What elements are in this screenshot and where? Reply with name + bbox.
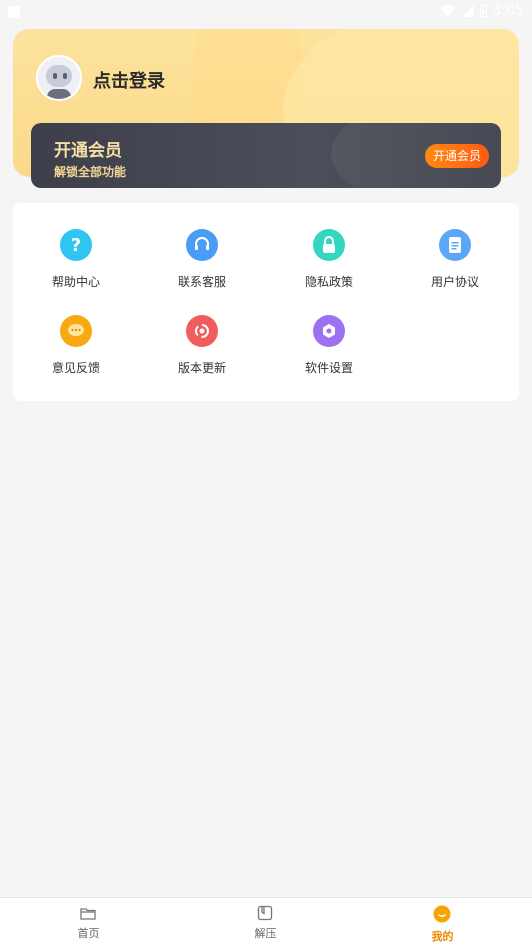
nav-home[interactable]: 首页 [0,898,177,946]
profile-smile-icon [433,905,451,923]
screen: 3:05 点击登录 开通会员 解锁全部功能 开通会员 ? 帮助中心 联系客服 隐… [0,0,532,946]
folder-icon [80,908,96,920]
nav-mine[interactable]: 我的 [354,898,531,946]
help-icon: ? [60,229,92,261]
archive-icon [257,905,273,921]
feedback-icon [60,315,92,347]
wifi-icon [440,5,456,17]
notification-icon [8,6,20,18]
battery-icon [479,5,487,17]
settings-icon [313,315,345,347]
menu-grid: ? 帮助中心 联系客服 隐私政策 用户协议 意见反馈 版本更新 软件设置 [13,203,519,401]
status-bar: 3:05 [0,0,532,24]
vip-banner[interactable]: 开通会员 解锁全部功能 开通会员 [31,123,501,188]
nav-home-label: 首页 [77,927,100,940]
avatar-body [47,89,71,99]
bottom-nav: 首页 解压 我的 [0,897,532,946]
signal-icon [461,5,474,17]
avatar-head [46,65,72,87]
menu-item-label: 版本更新 [177,361,226,375]
update-icon [186,315,218,347]
lock-icon [313,229,345,261]
customer-service-icon [186,229,218,261]
vip-title: 开通会员 [54,141,122,161]
avatar-eye [53,73,57,79]
status-time: 3:05 [492,3,524,19]
login-link[interactable]: 点击登录 [93,67,165,93]
open-vip-button[interactable]: 开通会员 [424,144,489,168]
nav-unzip-label: 解压 [254,927,277,940]
menu-item-label: 用户协议 [430,275,479,289]
menu-item-contact[interactable]: 联系客服 [152,203,252,289]
menu-item-label: 软件设置 [304,361,353,375]
document-icon [439,229,471,261]
status-icons: 3:05 [440,3,524,19]
menu-item-label: 隐私政策 [304,275,353,289]
menu-item-privacy[interactable]: 隐私政策 [279,203,379,289]
avatar-eye [63,73,67,79]
menu-item-help[interactable]: ? 帮助中心 [26,203,126,289]
menu-item-agreement[interactable]: 用户协议 [405,203,505,289]
vip-subtitle: 解锁全部功能 [54,165,127,179]
nav-mine-label: 我的 [431,930,454,943]
menu-item-settings[interactable]: 软件设置 [279,289,379,375]
avatar[interactable] [36,55,82,101]
menu-item-label: 联系客服 [177,275,226,289]
nav-unzip[interactable]: 解压 [177,898,354,946]
menu-item-update[interactable]: 版本更新 [152,289,252,375]
menu-item-label: 帮助中心 [51,275,100,289]
menu-item-feedback[interactable]: 意见反馈 [26,289,126,375]
menu-item-label: 意见反馈 [51,361,100,375]
